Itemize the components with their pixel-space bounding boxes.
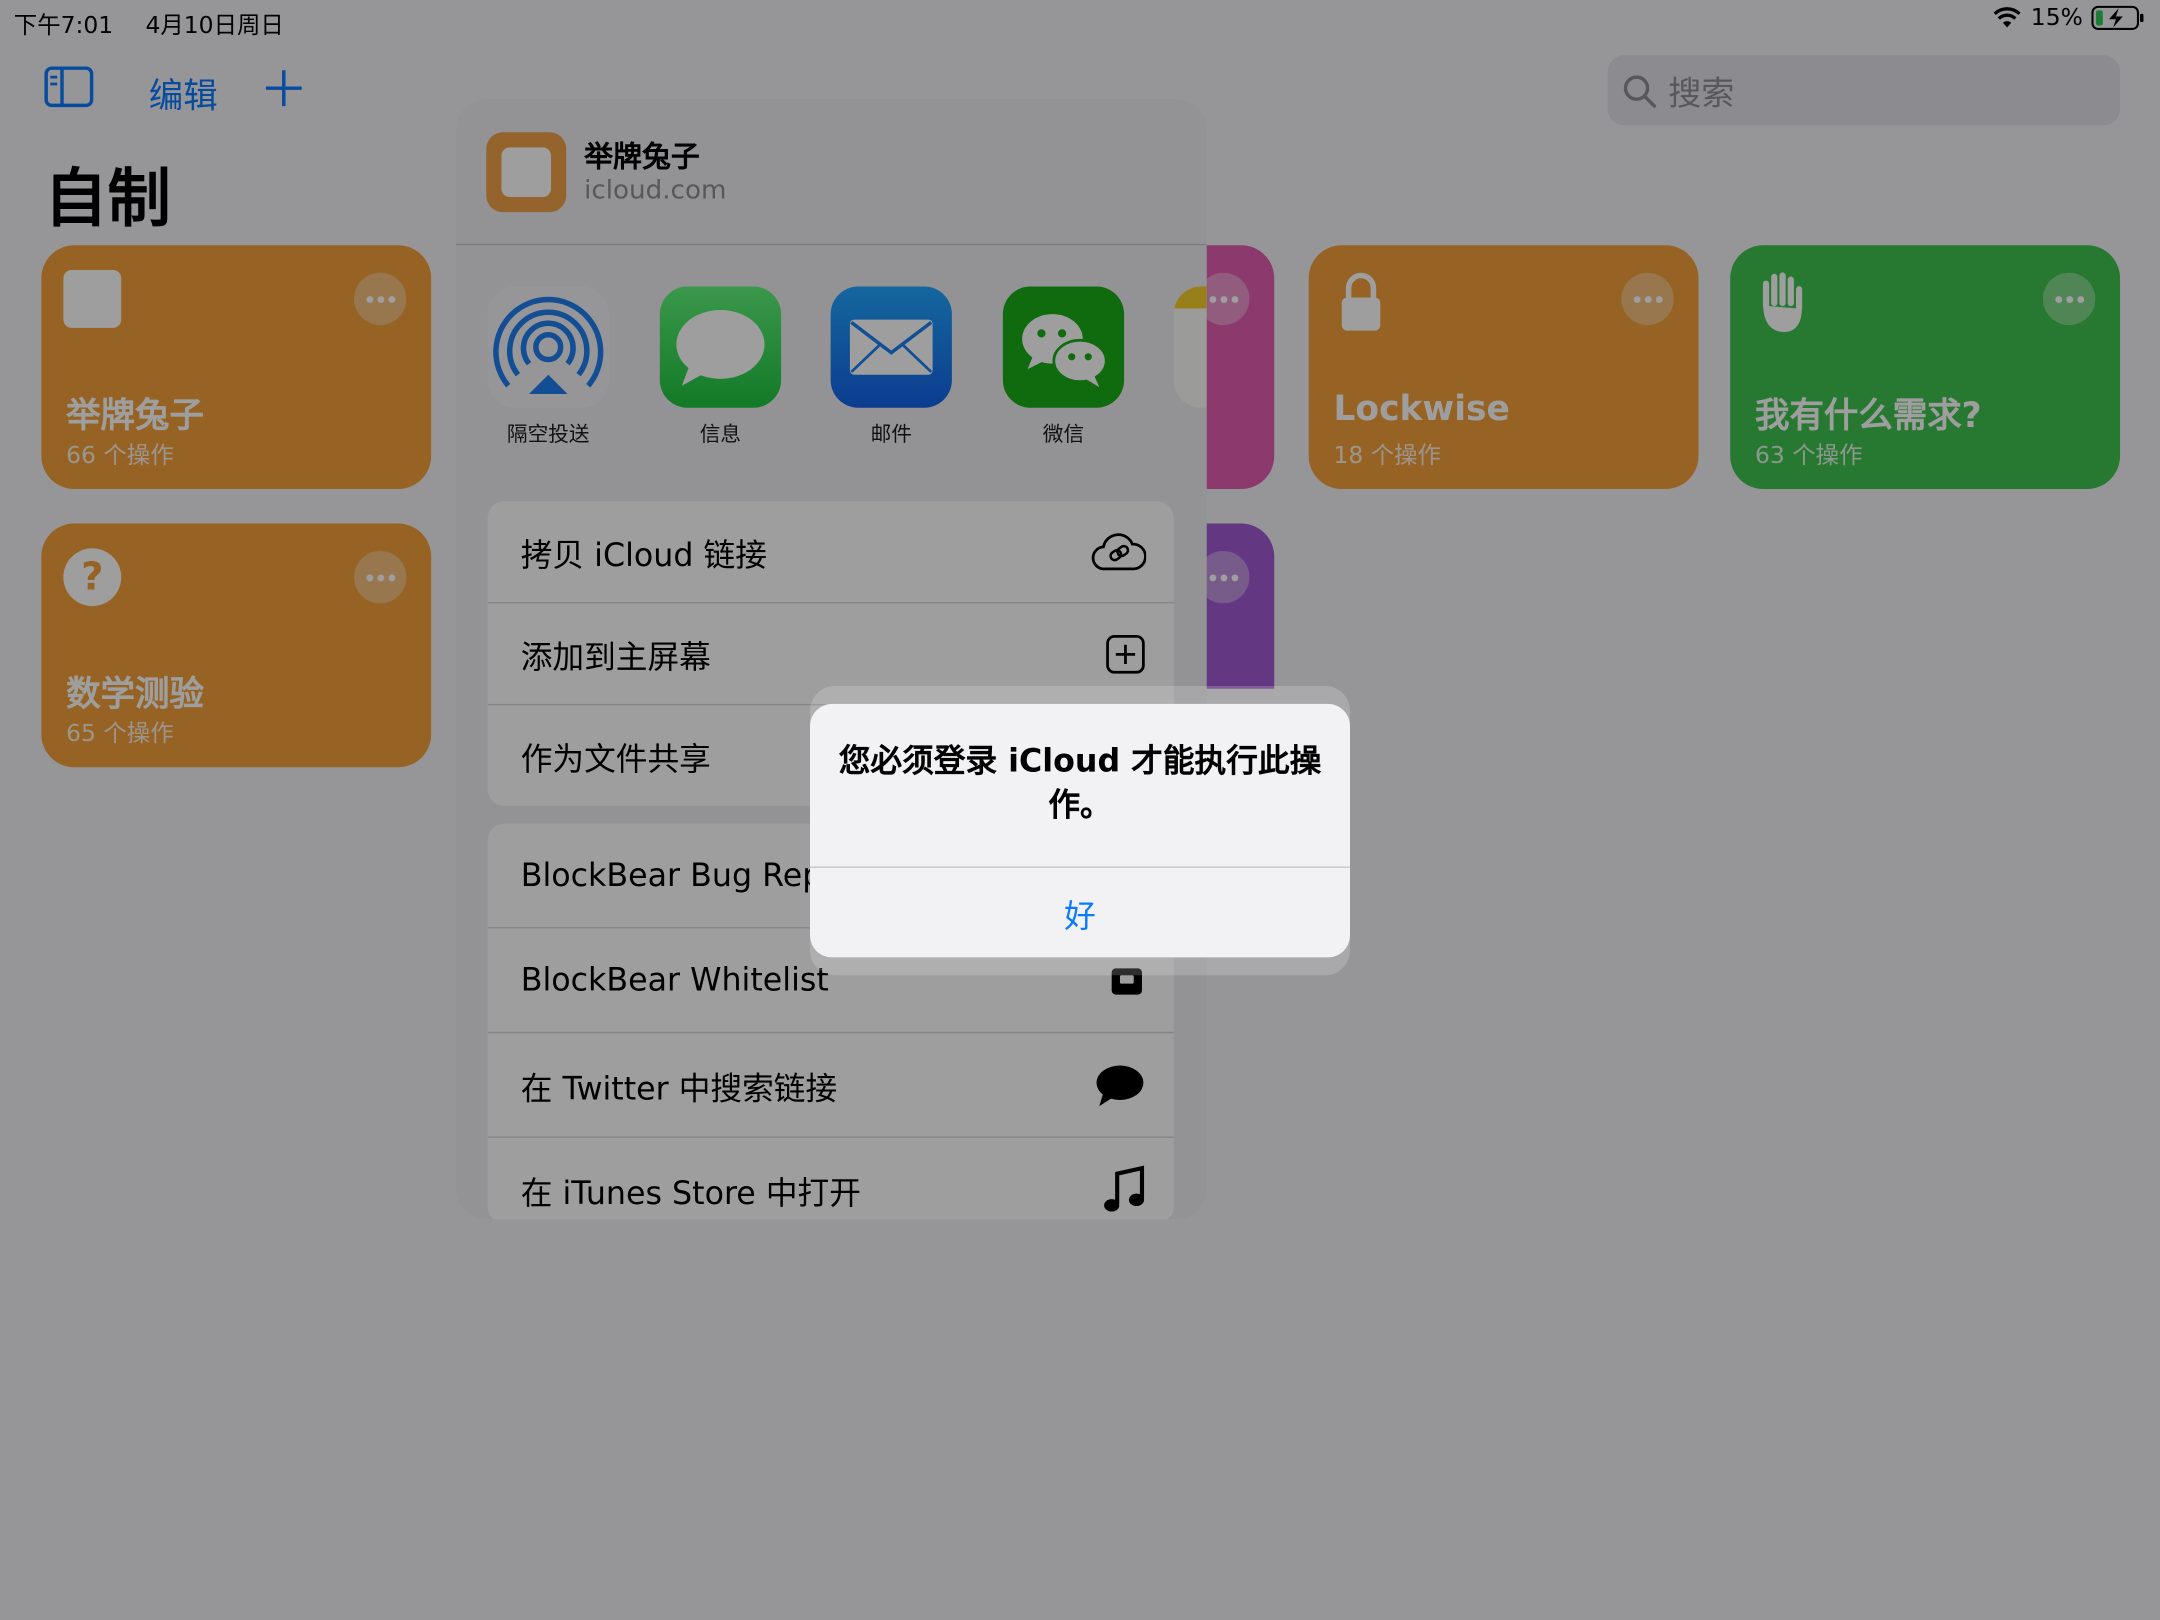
icloud-alert: 您必须登录 iCloud 才能执行此操作。 好 [809,703,1350,958]
alert-message: 您必须登录 iCloud 才能执行此操作。 [838,743,1322,824]
alert-ok-button[interactable]: 好 [810,868,1350,958]
